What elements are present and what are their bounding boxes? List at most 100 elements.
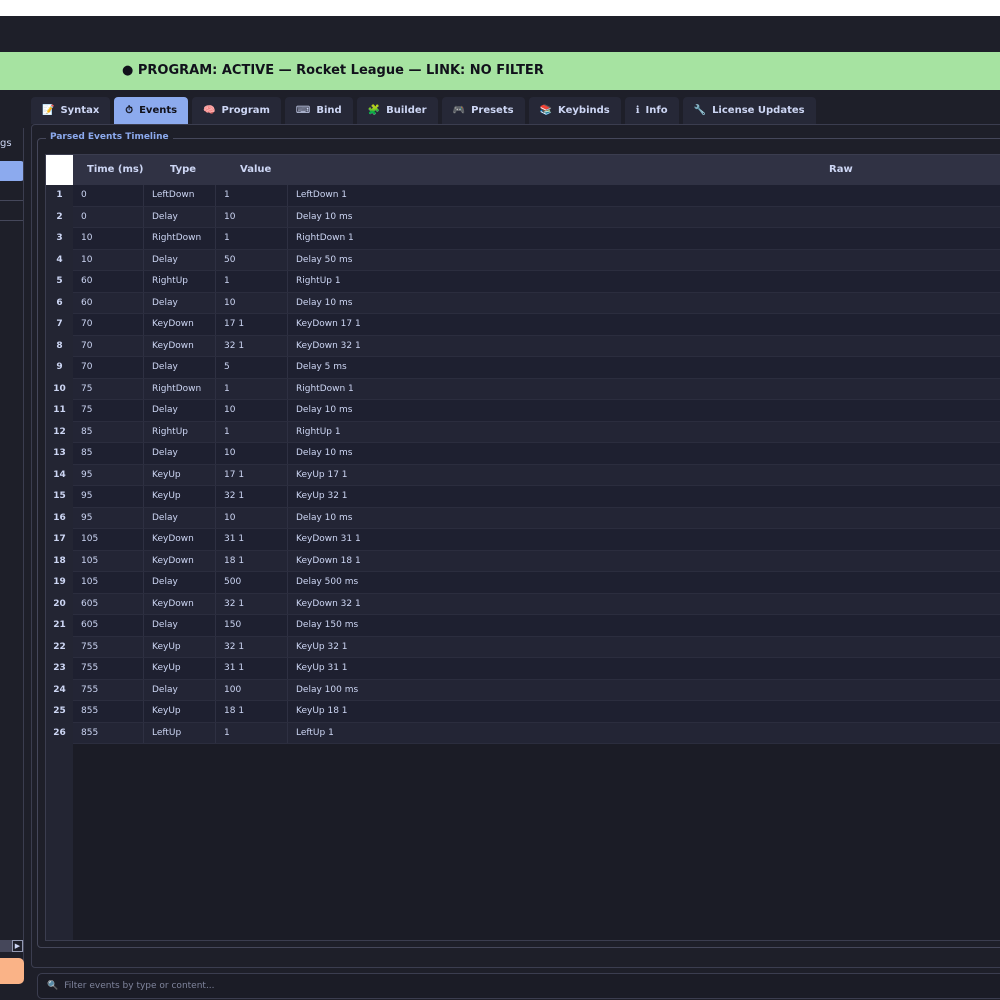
- cell-type[interactable]: Delay: [144, 357, 216, 379]
- cell-time[interactable]: 105: [73, 550, 144, 572]
- row-number[interactable]: 15: [46, 486, 73, 508]
- cell-value[interactable]: 100: [216, 679, 288, 701]
- cell-type[interactable]: Delay: [144, 443, 216, 465]
- row-number[interactable]: 17: [46, 529, 73, 551]
- cell-type[interactable]: RightUp: [144, 271, 216, 293]
- cell-value[interactable]: 31 1: [216, 658, 288, 680]
- cell-type[interactable]: Delay: [144, 507, 216, 529]
- filter-input[interactable]: [64, 981, 965, 991]
- cell-raw[interactable]: RightUp 1: [288, 422, 1000, 444]
- row-number[interactable]: 14: [46, 464, 73, 486]
- table-row[interactable]: 14 95 KeyUp 17 1 KeyUp 17 1: [46, 464, 1000, 487]
- table-row[interactable]: 1 0 LeftDown 1 LeftDown 1: [46, 185, 1000, 207]
- tab-presets[interactable]: 🎮 Presets: [441, 97, 525, 124]
- cell-time[interactable]: 10: [73, 228, 144, 250]
- cell-value[interactable]: 1: [216, 421, 288, 443]
- cell-time[interactable]: 75: [73, 378, 144, 400]
- table-row[interactable]: 17 105 KeyDown 31 1 KeyDown 31 1: [46, 529, 1000, 551]
- row-number[interactable]: 19: [46, 572, 73, 594]
- cell-value[interactable]: 500: [216, 572, 288, 594]
- row-number[interactable]: 20: [46, 593, 73, 615]
- cell-value[interactable]: 32 1: [216, 486, 288, 508]
- table-row[interactable]: 6 60 Delay 10 Delay 10 ms: [46, 292, 1000, 315]
- arrow-right-icon[interactable]: ▶: [12, 940, 23, 952]
- cell-raw[interactable]: KeyDown 18 1: [288, 551, 1000, 573]
- row-number[interactable]: 10: [46, 378, 73, 400]
- cell-raw[interactable]: KeyUp 32 1: [288, 486, 1000, 508]
- cell-value[interactable]: 31 1: [216, 529, 288, 551]
- cell-type[interactable]: Delay: [144, 615, 216, 637]
- cell-value[interactable]: 10: [216, 206, 288, 228]
- cell-value[interactable]: 1: [216, 722, 288, 744]
- cell-time[interactable]: 755: [73, 636, 144, 658]
- cell-raw[interactable]: KeyUp 17 1: [288, 465, 1000, 487]
- cell-type[interactable]: Delay: [144, 249, 216, 271]
- cell-type[interactable]: KeyUp: [144, 464, 216, 486]
- cell-time[interactable]: 10: [73, 249, 144, 271]
- tab-program[interactable]: 🧠 Program: [192, 97, 281, 124]
- cell-raw[interactable]: LeftUp 1: [288, 723, 1000, 745]
- cell-value[interactable]: 150: [216, 615, 288, 637]
- cell-value[interactable]: 32 1: [216, 636, 288, 658]
- events-table[interactable]: Time (ms) Type Value Raw 1 0 LeftDown 1 Left…: [45, 154, 1000, 941]
- cell-type[interactable]: Delay: [144, 679, 216, 701]
- cell-time[interactable]: 605: [73, 615, 144, 637]
- row-number[interactable]: 2: [46, 206, 73, 228]
- cell-value[interactable]: 10: [216, 507, 288, 529]
- cell-type[interactable]: Delay: [144, 292, 216, 314]
- cell-raw[interactable]: RightDown 1: [288, 379, 1000, 401]
- table-row[interactable]: 15 95 KeyUp 32 1 KeyUp 32 1: [46, 486, 1000, 508]
- tab-syntax[interactable]: 📝 Syntax: [31, 97, 111, 124]
- cell-raw[interactable]: KeyDown 31 1: [288, 529, 1000, 551]
- table-row[interactable]: 23 755 KeyUp 31 1 KeyUp 31 1: [46, 658, 1000, 680]
- cell-raw[interactable]: LeftDown 1: [288, 185, 1000, 207]
- cell-time[interactable]: 85: [73, 421, 144, 443]
- cell-type[interactable]: RightDown: [144, 228, 216, 250]
- cell-raw[interactable]: Delay 100 ms: [288, 680, 1000, 702]
- cell-raw[interactable]: Delay 10 ms: [288, 443, 1000, 465]
- row-number[interactable]: 4: [46, 249, 73, 271]
- table-row[interactable]: 2 0 Delay 10 Delay 10 ms: [46, 206, 1000, 228]
- cell-value[interactable]: 32 1: [216, 593, 288, 615]
- row-number[interactable]: 9: [46, 357, 73, 379]
- table-row[interactable]: 12 85 RightUp 1 RightUp 1: [46, 421, 1000, 444]
- table-row[interactable]: 5 60 RightUp 1 RightUp 1: [46, 271, 1000, 293]
- row-number[interactable]: 24: [46, 679, 73, 701]
- cell-value[interactable]: 17 1: [216, 464, 288, 486]
- cell-value[interactable]: 18 1: [216, 701, 288, 723]
- cell-type[interactable]: KeyUp: [144, 636, 216, 658]
- cell-raw[interactable]: Delay 150 ms: [288, 615, 1000, 637]
- row-number[interactable]: 23: [46, 658, 73, 680]
- cell-value[interactable]: 10: [216, 443, 288, 465]
- row-number[interactable]: 7: [46, 314, 73, 336]
- cell-time[interactable]: 105: [73, 529, 144, 551]
- row-number[interactable]: 12: [46, 421, 73, 443]
- cell-type[interactable]: RightDown: [144, 378, 216, 400]
- table-row[interactable]: 18 105 KeyDown 18 1 KeyDown 18 1: [46, 550, 1000, 573]
- cell-raw[interactable]: Delay 50 ms: [288, 250, 1000, 272]
- cell-value[interactable]: 1: [216, 378, 288, 400]
- cell-type[interactable]: KeyDown: [144, 593, 216, 615]
- cell-raw[interactable]: Delay 10 ms: [288, 293, 1000, 315]
- tab-keybinds[interactable]: 📚 Keybinds: [528, 97, 621, 124]
- cell-time[interactable]: 70: [73, 314, 144, 336]
- table-row[interactable]: 26 855 LeftUp 1 LeftUp 1: [46, 722, 1000, 745]
- cell-time[interactable]: 755: [73, 679, 144, 701]
- cell-type[interactable]: KeyDown: [144, 529, 216, 551]
- row-number[interactable]: 21: [46, 615, 73, 637]
- cell-time[interactable]: 95: [73, 464, 144, 486]
- cell-value[interactable]: 5: [216, 357, 288, 379]
- tab-events[interactable]: ⏱ Events: [114, 97, 189, 124]
- row-number[interactable]: 3: [46, 228, 73, 250]
- table-row[interactable]: 4 10 Delay 50 Delay 50 ms: [46, 249, 1000, 272]
- cell-time[interactable]: 70: [73, 357, 144, 379]
- cell-raw[interactable]: Delay 500 ms: [288, 572, 1000, 594]
- row-number[interactable]: 13: [46, 443, 73, 465]
- cell-value[interactable]: 10: [216, 292, 288, 314]
- row-number[interactable]: 25: [46, 701, 73, 723]
- cell-type[interactable]: KeyUp: [144, 658, 216, 680]
- row-number[interactable]: 11: [46, 400, 73, 422]
- tab-builder[interactable]: 🧩 Builder: [356, 97, 438, 124]
- tab-license-updates[interactable]: 🔧 License Updates: [682, 97, 816, 124]
- cell-time[interactable]: 105: [73, 572, 144, 594]
